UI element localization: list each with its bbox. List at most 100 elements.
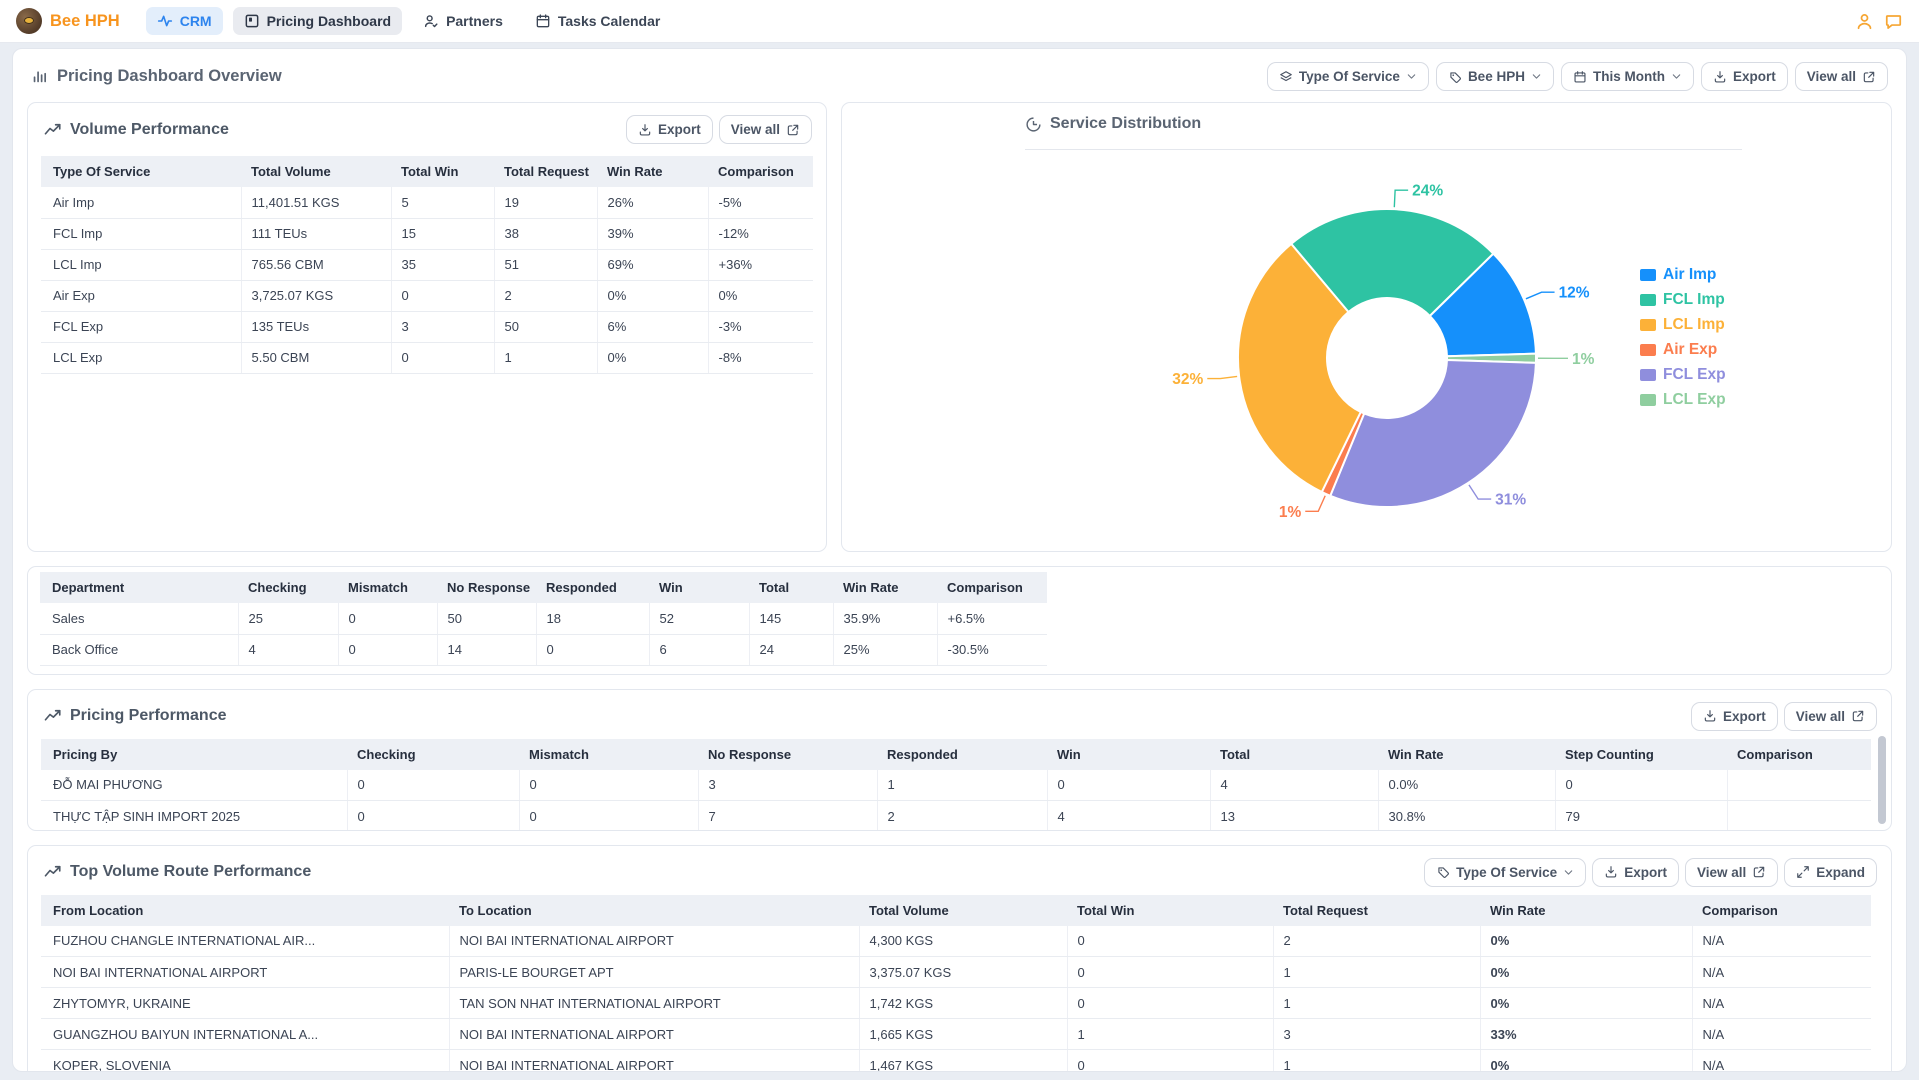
legend-label: Air Exp bbox=[1663, 341, 1717, 359]
column-header: Comparison bbox=[937, 572, 1047, 603]
cell: 4 bbox=[1047, 801, 1210, 831]
column-header: Step Counting bbox=[1555, 739, 1727, 770]
routes-export-button[interactable]: Export bbox=[1592, 858, 1679, 887]
nav-item-partners[interactable]: Partners bbox=[412, 7, 514, 35]
legend-label: Air Imp bbox=[1663, 266, 1716, 284]
volume-view-all-button[interactable]: View all bbox=[719, 115, 812, 144]
cell: 0 bbox=[338, 634, 437, 665]
service-distribution-chart: 24%12%1%31%1%32% bbox=[842, 103, 1892, 551]
cell: 52 bbox=[649, 603, 749, 634]
cell: 39% bbox=[597, 218, 708, 249]
cell: 6 bbox=[649, 634, 749, 665]
cell: NOI BAI INTERNATIONAL AIRPORT bbox=[449, 926, 859, 957]
cell: 25% bbox=[833, 634, 937, 665]
cell: 1,467 KGS bbox=[859, 1050, 1067, 1073]
legend-item-lcl-imp[interactable]: LCL Imp bbox=[1640, 316, 1726, 334]
cell: +36% bbox=[708, 249, 813, 280]
pulse-icon bbox=[157, 13, 173, 29]
cell: 0 bbox=[391, 342, 494, 373]
table-row: KOPER, SLOVENIANOI BAI INTERNATIONAL AIR… bbox=[41, 1050, 1871, 1073]
download-icon bbox=[1713, 70, 1727, 84]
cell: 38 bbox=[494, 218, 597, 249]
cell: 111 TEUs bbox=[241, 218, 391, 249]
cell: 1 bbox=[494, 342, 597, 373]
header-row: Pricing ByCheckingMismatchNo ResponseRes… bbox=[41, 739, 1871, 770]
cell: 4 bbox=[1210, 770, 1378, 801]
cell bbox=[1727, 801, 1871, 831]
legend-item-fcl-imp[interactable]: FCL Imp bbox=[1640, 291, 1726, 309]
nav-item-crm[interactable]: CRM bbox=[146, 7, 223, 35]
slice-label: 12% bbox=[1559, 285, 1590, 302]
legend-item-fcl-exp[interactable]: FCL Exp bbox=[1640, 366, 1726, 384]
cell: 0 bbox=[338, 603, 437, 634]
routes-type-of-service-filter[interactable]: Type Of Service bbox=[1424, 858, 1586, 887]
legend-item-air-imp[interactable]: Air Imp bbox=[1640, 266, 1726, 284]
cell: Air Exp bbox=[41, 280, 241, 311]
cell: 0% bbox=[1480, 988, 1692, 1019]
cell: NOI BAI INTERNATIONAL AIRPORT bbox=[449, 1050, 859, 1073]
donut-slice-fcl-exp[interactable] bbox=[1330, 360, 1536, 507]
filter-company[interactable]: Bee HPH bbox=[1436, 62, 1554, 91]
legend-item-air-exp[interactable]: Air Exp bbox=[1640, 341, 1726, 359]
routes-expand-button[interactable]: Expand bbox=[1784, 858, 1877, 887]
legend-item-lcl-exp[interactable]: LCL Exp bbox=[1640, 391, 1726, 409]
external-link-icon bbox=[1851, 709, 1865, 723]
cell: THỰC TẬP SINH IMPORT 2025 bbox=[41, 801, 347, 831]
department-performance-panel: DepartmentCheckingMismatchNo ResponseRes… bbox=[27, 566, 1892, 675]
cell: 3,725.07 KGS bbox=[241, 280, 391, 311]
filter-period[interactable]: This Month bbox=[1561, 62, 1694, 91]
header-row: Type Of ServiceTotal VolumeTotal WinTota… bbox=[41, 156, 813, 187]
cell: 5 bbox=[391, 187, 494, 218]
bar-chart-icon bbox=[31, 68, 48, 85]
cell: 79 bbox=[1555, 801, 1727, 831]
view-all-button[interactable]: View all bbox=[1795, 62, 1888, 91]
pricing-view-all-button[interactable]: View all bbox=[1784, 702, 1877, 731]
column-header: No Response bbox=[698, 739, 877, 770]
download-icon bbox=[1703, 709, 1717, 723]
cell: LCL Exp bbox=[41, 342, 241, 373]
pricing-export-button[interactable]: Export bbox=[1691, 702, 1778, 731]
chat-icon[interactable] bbox=[1884, 12, 1903, 31]
column-header: Responded bbox=[536, 572, 649, 603]
column-header: Comparison bbox=[1692, 895, 1871, 926]
nav-item-pricing-dashboard[interactable]: Pricing Dashboard bbox=[233, 7, 402, 35]
top-routes-panel: Top Volume Route Performance Type Of Ser… bbox=[27, 845, 1892, 1073]
cell: 0% bbox=[1480, 926, 1692, 957]
column-header: Total Request bbox=[494, 156, 597, 187]
cell: Sales bbox=[40, 603, 238, 634]
cell: KOPER, SLOVENIA bbox=[41, 1050, 449, 1073]
column-header: Win Rate bbox=[597, 156, 708, 187]
pricing-performance-title: Pricing Performance bbox=[44, 707, 227, 725]
brand[interactable]: Bee HPH bbox=[16, 8, 120, 34]
calendar-icon bbox=[1573, 70, 1587, 84]
table-row: LCL Imp765.56 CBM355169%+36% bbox=[41, 249, 813, 280]
column-header: Mismatch bbox=[519, 739, 698, 770]
cell: 0 bbox=[1067, 957, 1273, 988]
cell: 0 bbox=[1555, 770, 1727, 801]
calendar-icon bbox=[535, 13, 551, 29]
cell: 3 bbox=[698, 770, 877, 801]
external-link-icon bbox=[1752, 865, 1766, 879]
kanban-icon bbox=[244, 13, 260, 29]
filter-type-of-service[interactable]: Type Of Service bbox=[1267, 62, 1429, 91]
cell: 50 bbox=[437, 603, 536, 634]
column-header: To Location bbox=[449, 895, 859, 926]
volume-export-button[interactable]: Export bbox=[626, 115, 713, 144]
external-link-icon bbox=[786, 123, 800, 137]
pricing-performance-panel: Pricing Performance Export View all Pric… bbox=[27, 689, 1892, 831]
user-icon[interactable] bbox=[1855, 12, 1874, 31]
cell: 0.0% bbox=[1378, 770, 1555, 801]
table-row: LCL Exp5.50 CBM010%-8% bbox=[41, 342, 813, 373]
cell: 35.9% bbox=[833, 603, 937, 634]
cell: 4 bbox=[238, 634, 338, 665]
vertical-scrollbar[interactable] bbox=[1878, 736, 1886, 824]
volume-performance-panel: Volume Performance Export View all Type … bbox=[27, 102, 827, 552]
slice-label-line bbox=[1394, 190, 1408, 207]
cell: Back Office bbox=[40, 634, 238, 665]
chevron-down-icon bbox=[1406, 71, 1417, 82]
legend-swatch bbox=[1640, 294, 1656, 306]
routes-view-all-button[interactable]: View all bbox=[1685, 858, 1778, 887]
export-button[interactable]: Export bbox=[1701, 62, 1788, 91]
cell: 0 bbox=[347, 801, 519, 831]
nav-item-tasks-calendar[interactable]: Tasks Calendar bbox=[524, 7, 671, 35]
